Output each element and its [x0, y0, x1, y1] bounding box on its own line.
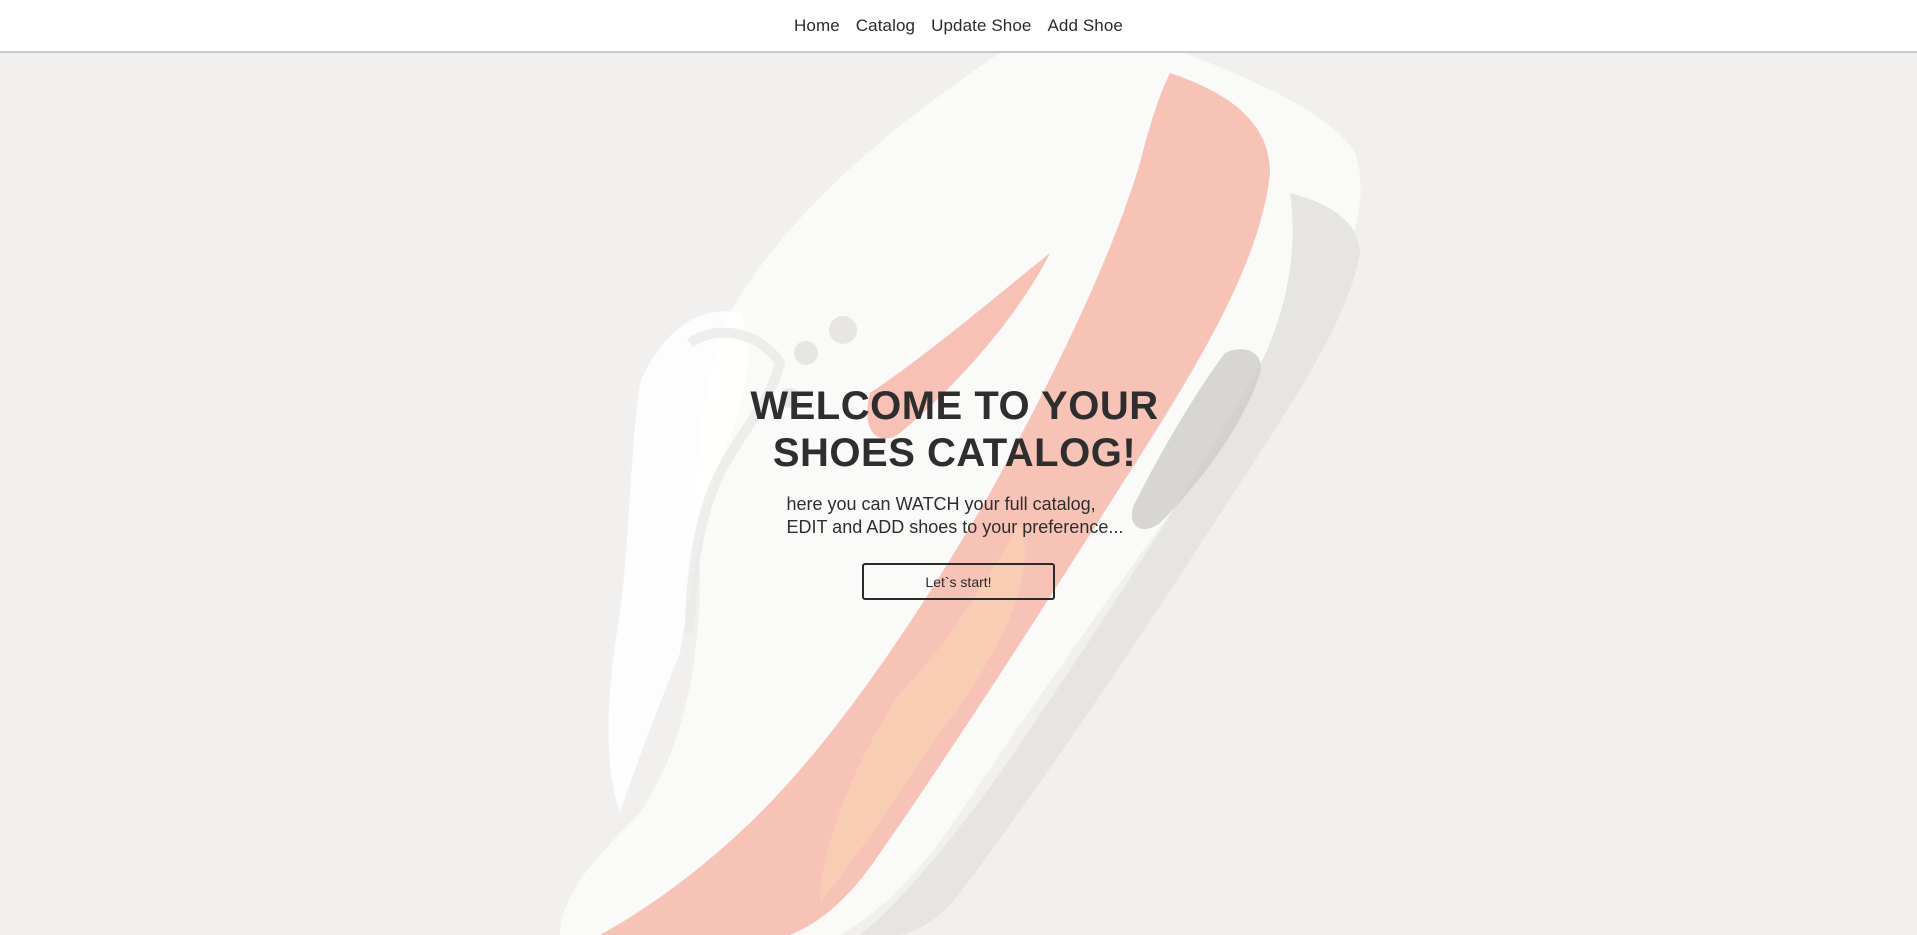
nav-link-catalog[interactable]: Catalog: [856, 14, 915, 37]
hero-section: WELCOME TO YOUR SHOES CATALOG! here you …: [0, 53, 1917, 935]
page-title: WELCOME TO YOUR SHOES CATALOG!: [750, 384, 1159, 475]
main-nav: Home Catalog Update Shoe Add Shoe: [794, 16, 1123, 36]
hero-content: WELCOME TO YOUR SHOES CATALOG! here you …: [0, 383, 1917, 600]
lets-start-button[interactable]: Let`s start!: [862, 563, 1055, 600]
hero-subtitle-line-1: here you can WATCH your full catalog,: [786, 494, 1096, 514]
nav-item-catalog: Catalog: [856, 16, 915, 36]
nav-link-update-shoe[interactable]: Update Shoe: [931, 14, 1031, 37]
nav-item-home: Home: [794, 16, 840, 36]
nav-item-add-shoe: Add Shoe: [1047, 16, 1122, 36]
hero-subtitle: here you can WATCH your full catalog, ED…: [787, 493, 1167, 539]
nav-list: Home Catalog Update Shoe Add Shoe: [794, 16, 1123, 36]
nav-link-add-shoe[interactable]: Add Shoe: [1047, 14, 1122, 37]
nav-link-home[interactable]: Home: [794, 14, 840, 37]
nav-item-update-shoe: Update Shoe: [931, 16, 1031, 36]
hero-subtitle-line-2: EDIT and ADD shoes to your preference...: [786, 517, 1124, 537]
top-navbar: Home Catalog Update Shoe Add Shoe: [0, 0, 1917, 53]
